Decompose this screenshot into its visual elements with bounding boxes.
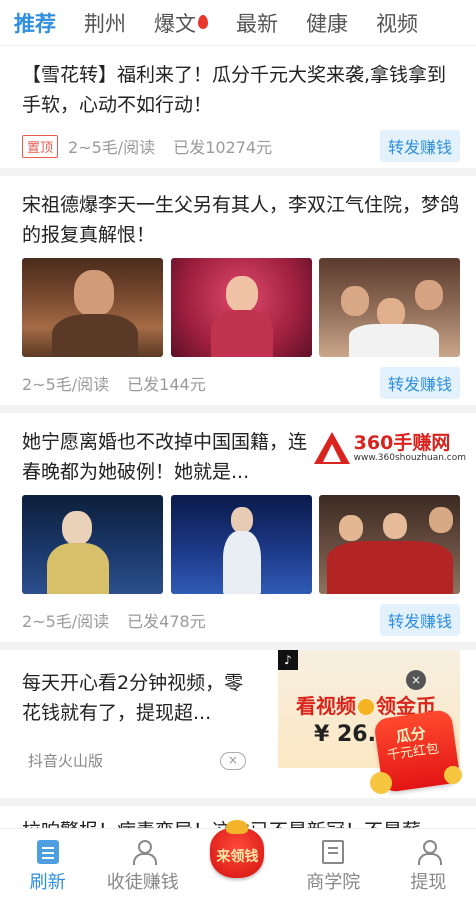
book-icon xyxy=(322,840,345,864)
nav-label: 收徒赚钱 xyxy=(106,872,179,893)
banner-headline-left: 看视频 xyxy=(296,694,356,718)
coin-icon xyxy=(370,772,392,794)
nav-label: 商学院 xyxy=(306,872,361,893)
refresh-icon xyxy=(36,840,59,864)
watermark-title: 360手赚网 xyxy=(353,431,451,454)
user-icon xyxy=(417,840,443,865)
article-meta: 2~5毛/阅读 已发144元 转发赚钱 xyxy=(22,361,460,405)
bottom-nav: 刷新 收徒赚钱 来领钱 商学院 提现 xyxy=(0,820,476,900)
nav-label: 刷新 xyxy=(29,872,66,893)
nav-recruit[interactable]: 收徒赚钱 xyxy=(95,828,190,900)
tab-label: 视频 xyxy=(376,11,418,36)
tab-label: 爆文 xyxy=(154,11,196,36)
ad-text[interactable]: 每天开心看2分钟视频，零花钱就有了，提现超... xyxy=(22,668,262,728)
article-item[interactable]: 宋祖德爆李天一生父另有其人，李双江气住院，梦鸽的报复真解恨！ 2~5毛/阅读 已… xyxy=(0,176,476,413)
tab-label: 最新 xyxy=(236,11,278,36)
ad-close-button[interactable]: × xyxy=(220,752,246,770)
paid-amount: 已发10274元 xyxy=(173,138,273,157)
article-meta: 2~5毛/阅读 已发478元 转发赚钱 xyxy=(22,598,460,642)
nav-label: 提现 xyxy=(410,872,447,893)
share-earn-button[interactable]: 转发赚钱 xyxy=(379,130,460,162)
article-title[interactable]: 【雪花转】福利来了！瓜分千元大奖来袭,拿钱拿到手软，心动不如行动！ xyxy=(22,60,460,120)
top-tab-bar: 推荐 荆州 爆文 最新 健康 视频 xyxy=(0,0,476,46)
tab-recommend[interactable]: 推荐 xyxy=(14,8,56,45)
tab-label: 健康 xyxy=(306,11,348,36)
tab-label: 荆州 xyxy=(84,11,126,36)
watermark-logo-icon xyxy=(313,432,350,464)
watermark: 360手赚网 www.360shouzhuan.com xyxy=(313,432,466,464)
article-title[interactable]: 她宁愿离婚也不改掉中国国籍，连春晚都为她破例！她就是... xyxy=(22,427,322,487)
money-bag-knot xyxy=(226,820,249,834)
paid-amount: 已发144元 xyxy=(127,375,206,394)
coin-icon xyxy=(444,766,462,784)
banner-amount: ¥ 26. xyxy=(314,722,376,747)
pinned-badge: 置顶 xyxy=(22,134,59,158)
read-rate: 2~5毛/阅读 xyxy=(22,375,110,394)
article-images xyxy=(22,258,460,357)
red-envelope-text: 瓜分 千元红包 xyxy=(384,723,441,766)
user-icon xyxy=(132,840,157,865)
read-rate: 2~5毛/阅读 xyxy=(22,612,110,631)
article-thumbnail[interactable] xyxy=(319,258,460,357)
article-thumbnail[interactable] xyxy=(22,495,163,594)
article-title[interactable]: 宋祖德爆李天一生父另有其人，李双江气住院，梦鸽的报复真解恨！ xyxy=(22,190,460,250)
article-meta: 置顶 2~5毛/阅读 已发10274元 转发赚钱 xyxy=(22,124,460,168)
tab-health[interactable]: 健康 xyxy=(306,8,348,38)
tab-video[interactable]: 视频 xyxy=(376,8,418,38)
nav-get-money[interactable]: 来领钱 xyxy=(190,820,285,900)
article-images xyxy=(22,495,460,594)
flame-icon xyxy=(198,14,208,29)
red-envelope-icon: 瓜分 千元红包 xyxy=(370,706,466,802)
article-thumbnail[interactable] xyxy=(22,258,163,357)
article-thumbnail[interactable] xyxy=(170,495,312,594)
watermark-text: 360手赚网 www.360shouzhuan.com xyxy=(354,433,466,464)
nav-business-school[interactable]: 商学院 xyxy=(286,828,381,900)
read-rate: 2~5毛/阅读 xyxy=(68,138,156,157)
article-item[interactable]: 【雪花转】福利来了！瓜分千元大奖来袭,拿钱拿到手软，心动不如行动！ 置顶 2~5… xyxy=(0,46,476,176)
paid-amount: 已发478元 xyxy=(127,612,206,631)
share-earn-button[interactable]: 转发赚钱 xyxy=(379,604,460,636)
article-thumbnail[interactable] xyxy=(170,258,312,357)
ad-source: 抖音火山版 xyxy=(28,752,104,770)
nav-withdraw[interactable]: 提现 xyxy=(381,828,476,900)
tab-hot-articles[interactable]: 爆文 xyxy=(154,8,208,38)
money-bag-icon: 来领钱 xyxy=(204,820,270,882)
share-earn-button[interactable]: 转发赚钱 xyxy=(379,367,460,399)
watermark-url: www.360shouzhuan.com xyxy=(353,452,466,463)
tab-label: 推荐 xyxy=(14,11,56,36)
nav-refresh[interactable]: 刷新 xyxy=(0,828,95,900)
sponsored-ad[interactable]: 每天开心看2分钟视频，零花钱就有了，提现超... 抖音火山版 × ♪ × 看视频… xyxy=(0,650,476,806)
tab-latest[interactable]: 最新 xyxy=(236,8,278,38)
tab-jingzhou[interactable]: 荆州 xyxy=(84,8,126,38)
article-thumbnail[interactable] xyxy=(319,495,460,594)
tiktok-logo-icon: ♪ xyxy=(278,650,298,670)
money-bag-label: 来领钱 xyxy=(216,849,259,865)
banner-close-icon[interactable]: × xyxy=(406,670,426,690)
